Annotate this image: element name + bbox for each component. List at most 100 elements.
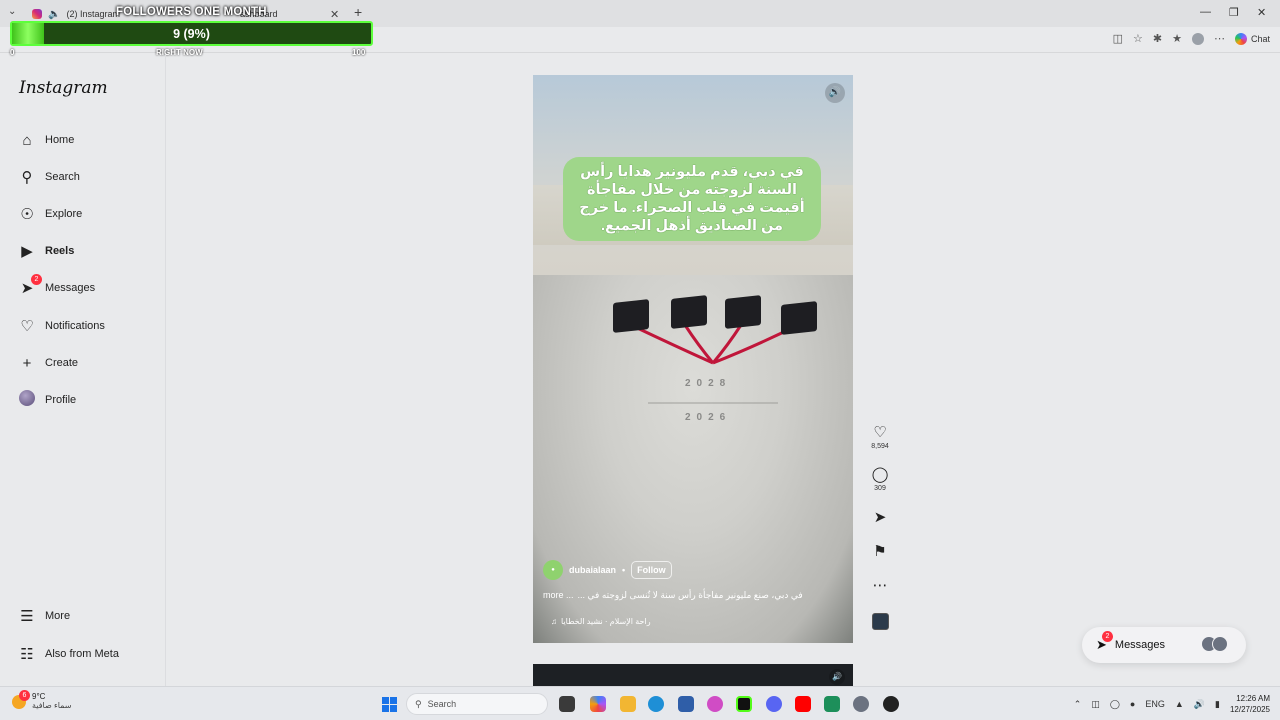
next-reel-video[interactable]: 🔊 — [533, 664, 853, 686]
favorites-list-icon[interactable]: ★ — [1172, 32, 1182, 45]
close-tab-icon[interactable]: ✕ — [330, 8, 339, 21]
comment-count: 309 — [874, 485, 886, 492]
comment-icon[interactable]: ◯ — [872, 466, 889, 483]
network-icon[interactable]: ◯ — [1110, 699, 1120, 710]
app-icon[interactable] — [824, 696, 840, 712]
store-icon[interactable] — [678, 696, 694, 712]
windows-taskbar: 6 9°C سماء صافية ⚲ Search ⌃ ◫ ◯ ● ENG ▲ … — [0, 686, 1280, 720]
copilot-app-icon[interactable] — [590, 696, 606, 712]
sidebar-item-search[interactable]: ⚲ Search — [18, 167, 80, 187]
wifi-icon[interactable]: ▲ — [1175, 699, 1184, 709]
compass-icon: ☉ — [20, 206, 34, 223]
sidebar-item-home[interactable]: ⌂ Home — [18, 130, 74, 150]
kick-icon[interactable] — [736, 696, 752, 712]
windows-start-icon[interactable] — [382, 697, 397, 712]
taskbar-clock[interactable]: 12:26 AM 12/27/2025 — [1230, 693, 1270, 715]
messages-badge: 2 — [1101, 631, 1113, 642]
sidebar-item-messages[interactable]: ➤ 2 Messages — [18, 274, 96, 298]
message-avatars — [1201, 636, 1228, 652]
close-window-icon[interactable]: ✕ — [1257, 6, 1266, 19]
volume-tray-icon[interactable]: 🔊 — [1194, 699, 1205, 710]
comment-action[interactable]: ◯ 309 — [868, 465, 892, 492]
defender-icon[interactable]: ◫ — [1091, 699, 1100, 710]
author-username[interactable]: dubaialaan — [569, 565, 616, 575]
sidebar-item-notifications[interactable]: ♡ Notifications — [18, 316, 105, 336]
sidebar-item-label: Notifications — [45, 320, 105, 332]
clock-time: 12:26 AM — [1236, 694, 1270, 703]
share-action[interactable]: ➤ — [868, 508, 892, 527]
app-icon[interactable] — [707, 696, 723, 712]
extensions-icon[interactable]: ✱ — [1153, 32, 1162, 45]
task-view-icon[interactable] — [559, 696, 575, 712]
edge-icon[interactable] — [648, 696, 664, 712]
send-icon[interactable]: ➤ — [874, 509, 887, 526]
follow-button[interactable]: Follow — [631, 561, 672, 579]
heart-icon: ♡ — [20, 318, 34, 335]
music-note-icon: ♫ — [551, 617, 557, 626]
reel-video[interactable]: 🔊 في دبي، قدم مليونير هدايا رأس السنة لز… — [533, 75, 853, 643]
language-indicator[interactable]: ENG — [1145, 699, 1165, 709]
sidebar-item-label: Also from Meta — [45, 648, 119, 660]
chevron-up-icon[interactable]: ⌃ — [1074, 699, 1082, 710]
minimize-icon[interactable]: — — [1200, 6, 1211, 18]
sidebar-item-more[interactable]: ☰ More — [18, 606, 70, 626]
sidebar-item-reels[interactable]: ▶ Reels — [18, 241, 74, 261]
weather-desc: سماء صافية — [32, 701, 72, 710]
speaker-icon[interactable]: 🔈 — [48, 9, 60, 20]
sidebar-item-label: Explore — [45, 208, 83, 220]
microphone-icon[interactable]: ● — [1130, 699, 1135, 709]
battery-icon[interactable]: ▮ — [1215, 699, 1220, 710]
instagram-logo[interactable]: Instagram — [19, 78, 108, 98]
discord-icon[interactable] — [766, 696, 782, 712]
volume-icon[interactable]: 🔊 — [829, 669, 845, 685]
instagram-sidebar: Instagram ⌂ Home ⚲ Search ☉ Explore ▶ Re… — [0, 54, 166, 686]
favorite-star-icon[interactable]: ☆ — [1133, 32, 1143, 45]
file-explorer-icon[interactable] — [620, 696, 636, 712]
reel-audio[interactable]: ♫ راحة الإسلام · نشيد الخطايا — [551, 617, 651, 626]
browser-profile-avatar[interactable] — [1191, 32, 1204, 45]
sidebar-item-label: Create — [45, 357, 79, 369]
copilot-icon — [1234, 32, 1247, 45]
weather-widget[interactable]: 6 9°C سماء صافية — [12, 690, 72, 710]
clock-date: 12/27/2025 — [1229, 705, 1270, 714]
instagram-favicon-icon — [32, 9, 42, 19]
heart-icon[interactable]: ♡ — [873, 424, 886, 441]
like-action[interactable]: ♡ 8,594 — [868, 423, 892, 450]
followers-goal-title: FOLLOWERS ONE MONTH — [116, 6, 267, 18]
reel-description-text: في دبي، صنع مليونير مفاجأة رأس سنة لا تُ… — [577, 590, 803, 600]
author-avatar[interactable]: ● — [543, 560, 563, 580]
profile-avatar — [18, 390, 36, 410]
sidebar-item-profile[interactable]: Profile — [18, 390, 76, 410]
messages-floating-button[interactable]: ➤ 2 Messages — [1082, 627, 1246, 663]
chat-button[interactable]: Chat — [1234, 32, 1270, 45]
new-tab-icon[interactable]: + — [354, 4, 362, 20]
taskbar-search[interactable]: ⚲ Search — [406, 693, 548, 715]
sidebar-item-also-from-meta[interactable]: ☷ Also from Meta — [18, 644, 119, 664]
weather-sun-icon: 6 — [12, 690, 30, 709]
youtube-icon[interactable] — [795, 696, 811, 712]
restore-icon[interactable]: ❐ — [1229, 6, 1239, 19]
gift-box — [781, 301, 817, 335]
tab-list-chevron-icon[interactable]: ⌄ — [8, 6, 16, 17]
plus-icon: + — [22, 354, 32, 372]
messages-badge: 2 — [31, 274, 42, 285]
sidebar-item-explore[interactable]: ☉ Explore — [18, 204, 82, 224]
app-icon[interactable] — [883, 696, 899, 712]
messenger-icon: ➤ 2 — [18, 274, 42, 297]
audio-thumbnail[interactable] — [872, 613, 889, 630]
more-dots-icon[interactable]: ⋯ — [873, 577, 888, 594]
reels-icon: ▶ — [21, 243, 33, 260]
more-link[interactable]: more ... — [543, 590, 574, 601]
settings-icon[interactable] — [853, 696, 869, 712]
reel-author: ● dubaialaan • Follow — [543, 560, 672, 580]
gift-box — [725, 295, 761, 329]
sidebar-item-create[interactable]: + Create — [18, 353, 78, 373]
hamburger-menu-icon: ☰ — [20, 608, 34, 625]
sidebar-item-label: Messages — [45, 282, 96, 294]
split-screen-icon[interactable]: ◫ — [1113, 32, 1123, 45]
more-options-icon[interactable]: ⋯ — [1214, 32, 1225, 45]
bookmark-icon[interactable]: ⚑ — [873, 543, 886, 560]
taskbar-search-placeholder: Search — [427, 699, 457, 709]
more-action[interactable]: ⋯ — [868, 576, 892, 595]
save-action[interactable]: ⚑ — [868, 542, 892, 561]
